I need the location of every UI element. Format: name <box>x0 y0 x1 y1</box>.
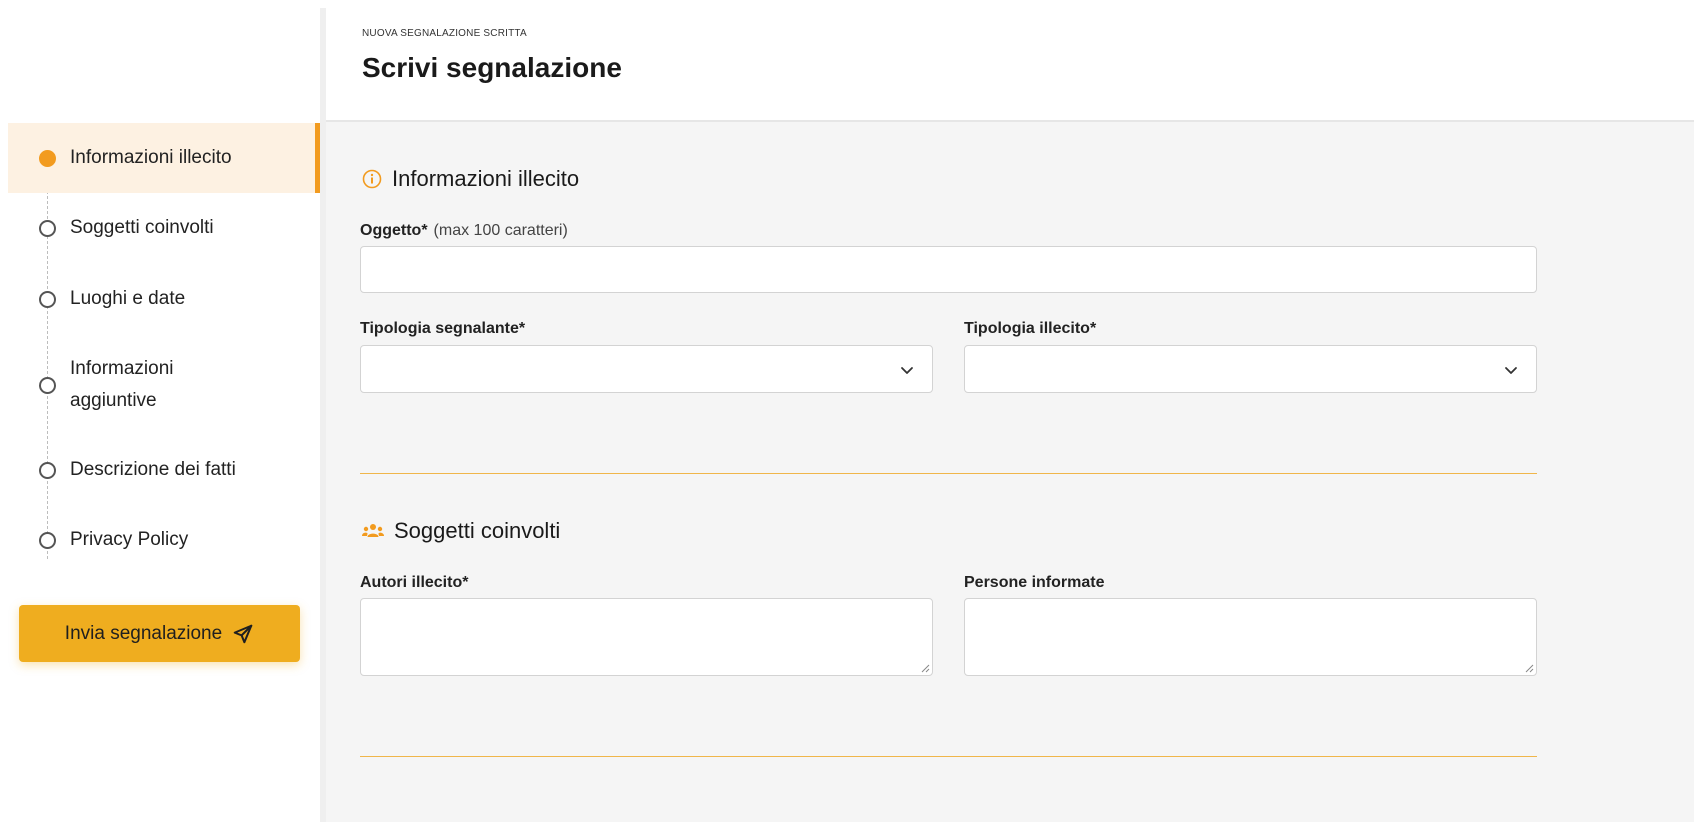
section-informazioni-illecito-title: Informazioni illecito <box>362 166 579 192</box>
tipologia-illecito-select[interactable] <box>964 345 1537 393</box>
people-icon <box>362 524 384 537</box>
section-title-text: Informazioni illecito <box>392 166 580 191</box>
step-indicator-icon <box>39 219 56 237</box>
step-indicator-icon <box>39 290 56 308</box>
oggetto-label-text: Oggetto* <box>360 222 428 239</box>
invia-segnalazione-button[interactable]: Invia segnalazione <box>19 605 300 662</box>
step-informazioni-illecito[interactable]: Informazioni illecito <box>8 123 320 193</box>
step-informazioni-aggiuntive[interactable]: Informazioni aggiuntive <box>8 335 320 435</box>
persone-informate-textarea[interactable] <box>964 598 1537 676</box>
step-label: Soggetti coinvolti <box>70 217 214 238</box>
section-soggetti-coinvolti-title: Soggetti coinvolti <box>362 518 560 544</box>
step-luoghi-e-date[interactable]: Luoghi e date <box>8 263 320 335</box>
autori-illecito-textarea[interactable] <box>360 598 933 676</box>
step-label: Informazioni illecito <box>70 147 232 168</box>
send-button-label: Invia segnalazione <box>64 622 223 644</box>
step-soggetti-coinvolti[interactable]: Soggetti coinvolti <box>8 193 320 263</box>
step-label: Luoghi e date <box>70 288 186 309</box>
chevron-down-icon <box>1505 367 1517 374</box>
send-icon <box>233 624 253 643</box>
tipologia-segnalante-label: Tipologia segnalante* <box>360 320 526 337</box>
oggetto-input[interactable] <box>360 246 1537 293</box>
section-divider <box>360 473 1537 474</box>
step-indicator-icon <box>39 531 56 549</box>
step-indicator-icon <box>39 376 56 394</box>
page-title: Scrivi segnalazione <box>362 52 622 83</box>
persone-informate-label: Persone informate <box>964 574 1105 591</box>
tipologia-illecito-label: Tipologia illecito* <box>964 320 1097 337</box>
section-title-text: Soggetti coinvolti <box>394 518 561 543</box>
step-indicator-icon <box>39 461 56 479</box>
step-label-line2: aggiuntive <box>70 390 157 411</box>
step-label: Informazioni aggiuntive <box>70 353 174 417</box>
step-privacy-policy[interactable]: Privacy Policy <box>8 505 320 575</box>
step-label: Descrizione dei fatti <box>70 459 236 480</box>
step-indicator-active-icon <box>39 149 56 167</box>
chevron-down-icon <box>901 367 913 374</box>
step-navigation: Informazioni illecito Soggetti coinvolti… <box>8 123 320 575</box>
info-icon <box>362 169 382 189</box>
autori-illecito-label: Autori illecito* <box>360 574 469 591</box>
oggetto-label: Oggetto* (max 100 caratteri) <box>360 222 568 240</box>
step-descrizione-dei-fatti[interactable]: Descrizione dei fatti <box>8 435 320 505</box>
step-label-line1: Informazioni <box>70 358 174 379</box>
sidebar: Informazioni illecito Soggetti coinvolti… <box>0 0 320 822</box>
step-label: Privacy Policy <box>70 529 189 550</box>
form-area: Informazioni illecito Oggetto* (max 100 c… <box>326 122 1694 822</box>
page-header: NUOVA SEGNALAZIONE SCRITTA Scrivi segnal… <box>326 0 1694 122</box>
resize-grip-icon[interactable] <box>921 664 930 673</box>
page-eyebrow: NUOVA SEGNALAZIONE SCRITTA <box>362 28 527 39</box>
tipologia-segnalante-select[interactable] <box>360 345 933 393</box>
section-divider <box>360 756 1537 757</box>
resize-grip-icon[interactable] <box>1525 664 1534 673</box>
oggetto-hint: (max 100 caratteri) <box>433 222 568 239</box>
